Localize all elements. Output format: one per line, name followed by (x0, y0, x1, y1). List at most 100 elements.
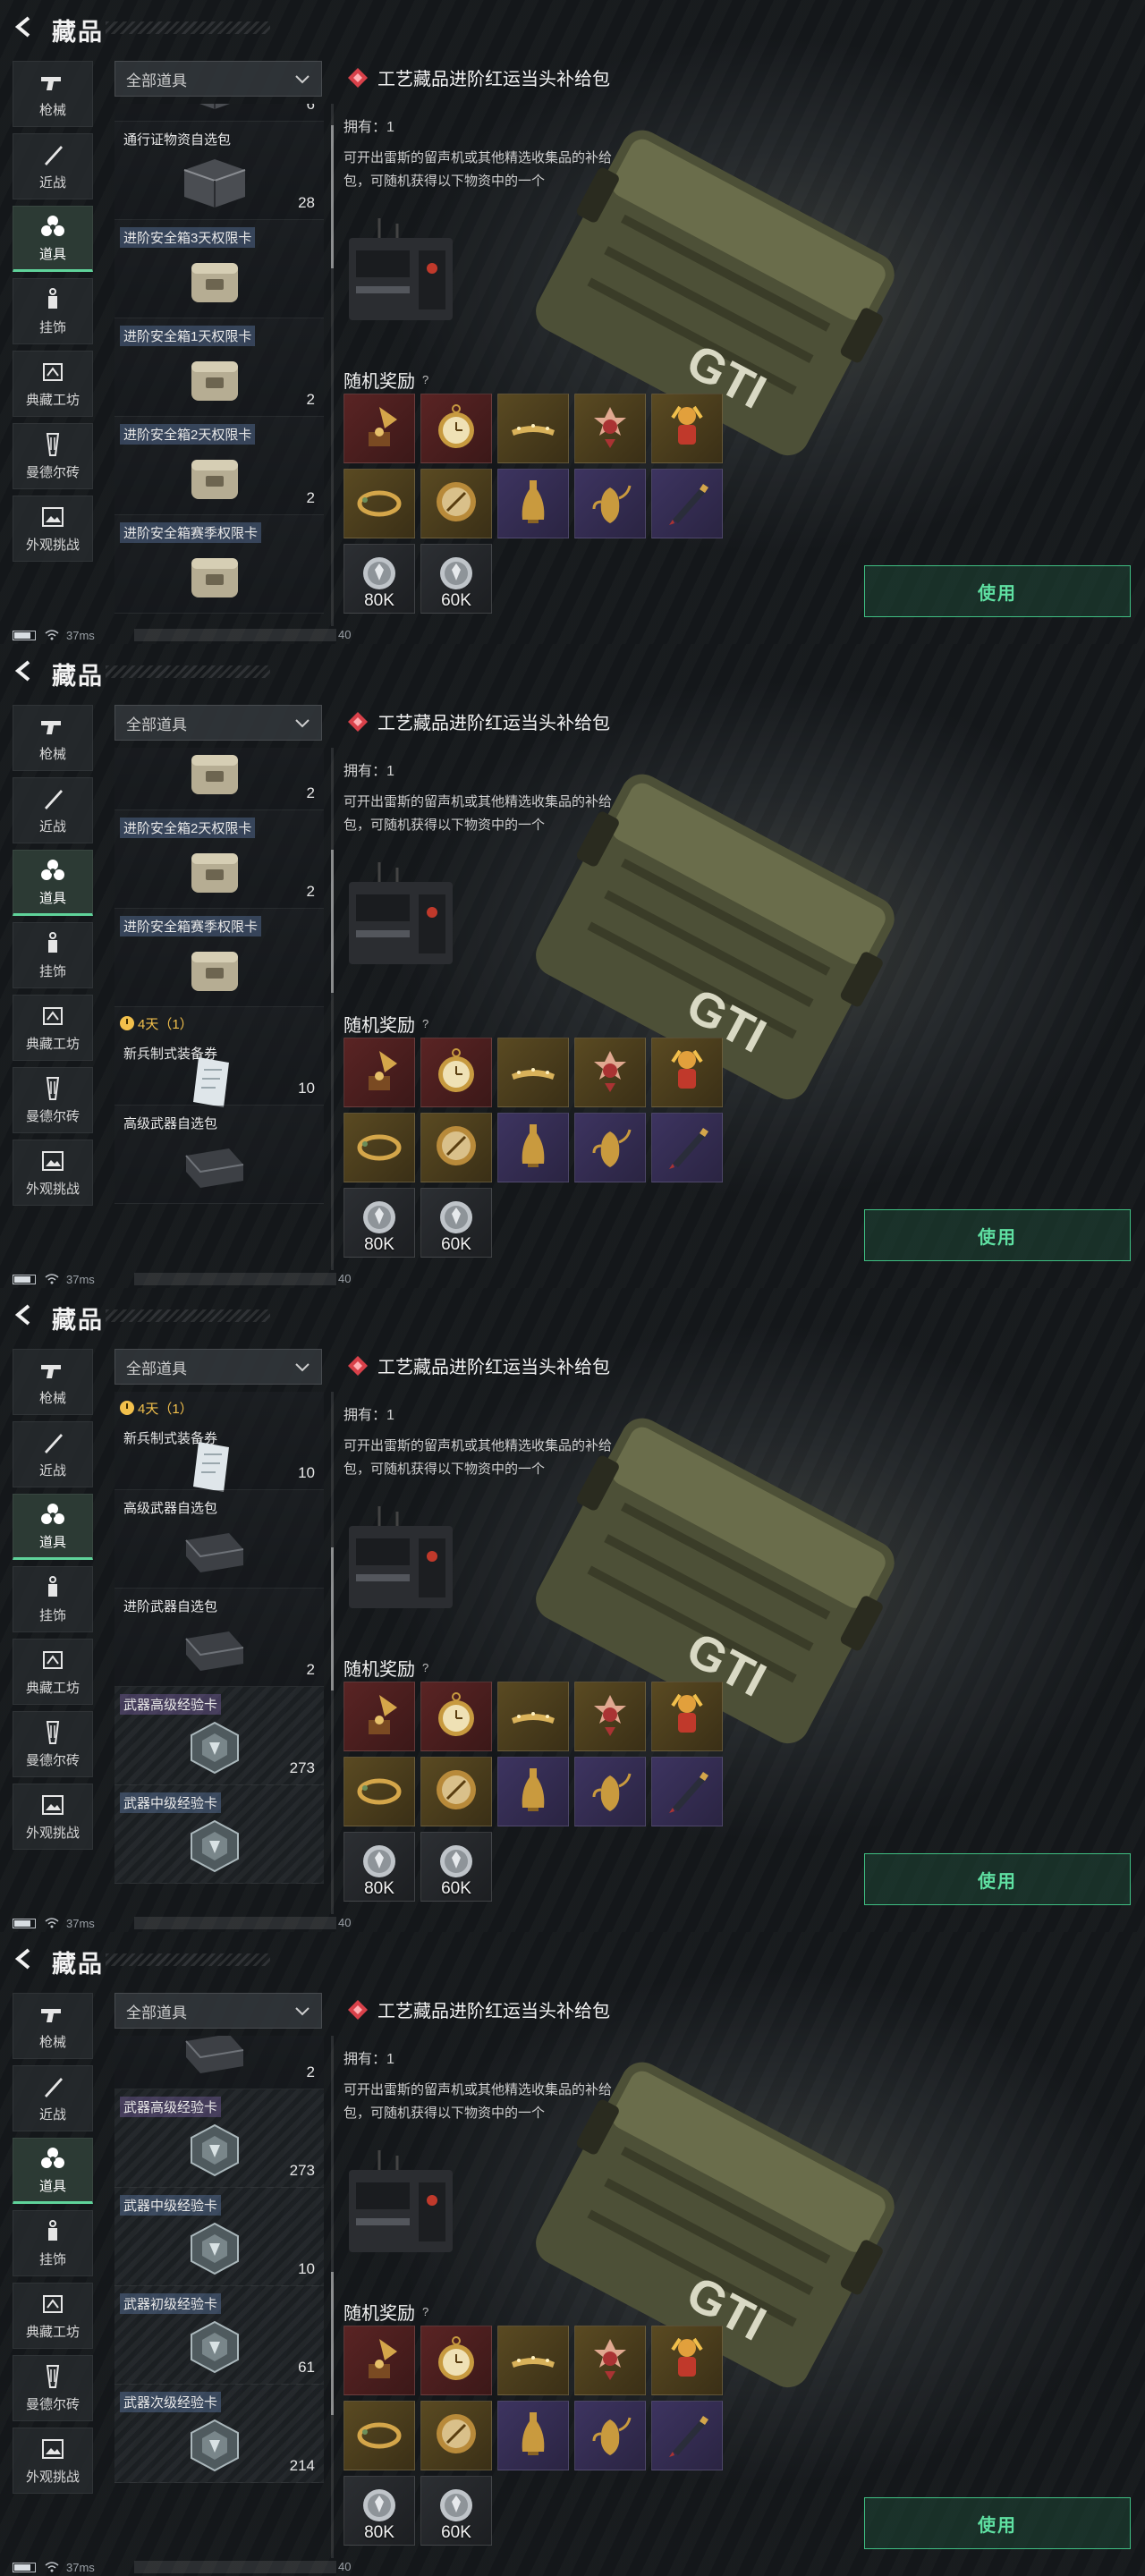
nav-item-melee[interactable]: 近战 (13, 1421, 93, 1487)
reward-tile[interactable] (497, 2326, 569, 2395)
back-icon[interactable] (13, 15, 36, 38)
reward-tile[interactable] (574, 2401, 646, 2470)
item-card[interactable]: 进阶武器自选包 2 (114, 1589, 324, 1687)
reward-tile[interactable] (574, 1113, 646, 1182)
reward-tile[interactable] (344, 394, 415, 463)
reward-tile[interactable] (344, 2326, 415, 2395)
help-icon[interactable]: ? (422, 373, 428, 386)
reward-tile[interactable] (497, 1682, 569, 1751)
nav-item-skins[interactable]: 外观挑战 (13, 496, 93, 562)
reward-tile[interactable] (574, 394, 646, 463)
item-card[interactable]: 武器高级经验卡 273 (114, 1687, 324, 1785)
item-list[interactable]: 4天（1） 新兵制式装备券 10 高级武器自选包 进阶武器自选包 2 武器高级经验卡 273 武… (114, 1392, 326, 1914)
scrollbar-thumb[interactable] (331, 850, 334, 993)
nav-item-items[interactable]: 道具 (13, 850, 93, 916)
item-card[interactable]: 进阶安全箱3天权限卡 (114, 220, 324, 318)
nav-item-guns[interactable]: 枪械 (13, 1993, 93, 2059)
reward-tile[interactable]: 80K (344, 1832, 415, 1902)
nav-item-charms[interactable]: 挂饰 (13, 278, 93, 344)
nav-item-guns[interactable]: 枪械 (13, 705, 93, 771)
reward-tile[interactable] (651, 1682, 723, 1751)
reward-tile[interactable]: 80K (344, 1188, 415, 1258)
item-card[interactable]: 高级武器自选包 (114, 1106, 324, 1204)
item-card[interactable]: 进阶安全箱赛季权限卡 (114, 515, 324, 614)
item-card[interactable]: 4天（1） 新兵制式装备券 10 (114, 1007, 324, 1107)
item-card[interactable]: 高级武器自选包 (114, 1490, 324, 1589)
item-filter-dropdown[interactable]: 全部道具 (114, 1993, 322, 2029)
nav-item-workshop[interactable]: 典藏工坊 (13, 1639, 93, 1705)
nav-item-items[interactable]: 道具 (13, 2138, 93, 2204)
item-card[interactable]: 4天（1） 新兵制式装备券 10 (114, 1392, 324, 1492)
nav-item-workshop[interactable]: 典藏工坊 (13, 995, 93, 1061)
reward-tile[interactable]: 60K (420, 1832, 492, 1902)
reward-tile[interactable] (420, 1038, 492, 1107)
item-card[interactable]: 武器中级经验卡 (114, 1785, 324, 1884)
item-list[interactable]: 6 通行证物资自选包 28 进阶安全箱3天权限卡 进阶安全箱1天权限卡 2 进阶安全箱2天权… (114, 104, 326, 626)
reward-tile[interactable] (574, 2326, 646, 2395)
nav-item-bricks[interactable]: 曼德尔砖 (13, 1711, 93, 1777)
reward-tile[interactable] (420, 1113, 492, 1182)
nav-item-items[interactable]: 道具 (13, 1494, 93, 1560)
reward-tile[interactable]: 80K (344, 544, 415, 614)
item-card[interactable]: 进阶安全箱1天权限卡 2 (114, 318, 324, 417)
scrollbar-thumb[interactable] (331, 2272, 334, 2415)
reward-tile[interactable] (420, 469, 492, 538)
item-filter-dropdown[interactable]: 全部道具 (114, 61, 322, 97)
scrollbar-thumb[interactable] (331, 125, 334, 268)
use-button[interactable]: 使用 (864, 1853, 1131, 1905)
reward-tile[interactable] (344, 469, 415, 538)
item-filter-dropdown[interactable]: 全部道具 (114, 705, 322, 741)
nav-item-melee[interactable]: 近战 (13, 2065, 93, 2131)
nav-item-bricks[interactable]: 曼德尔砖 (13, 1067, 93, 1133)
item-card[interactable]: 武器初级经验卡 61 (114, 2286, 324, 2385)
reward-tile[interactable] (497, 394, 569, 463)
item-card[interactable]: 武器次级经验卡 214 (114, 2385, 324, 2483)
nav-item-melee[interactable]: 近战 (13, 777, 93, 843)
help-icon[interactable]: ? (422, 1661, 428, 1674)
help-icon[interactable]: ? (422, 1017, 428, 1030)
nav-item-skins[interactable]: 外观挑战 (13, 1784, 93, 1850)
item-filter-dropdown[interactable]: 全部道具 (114, 1349, 322, 1385)
reward-tile[interactable] (651, 469, 723, 538)
reward-tile[interactable]: 60K (420, 1188, 492, 1258)
item-card[interactable]: 进阶安全箱2天权限卡 2 (114, 417, 324, 515)
reward-tile[interactable]: 60K (420, 544, 492, 614)
item-card[interactable]: 2 (114, 748, 324, 810)
reward-tile[interactable] (420, 1757, 492, 1826)
nav-item-workshop[interactable]: 典藏工坊 (13, 2283, 93, 2349)
reward-tile[interactable] (651, 2326, 723, 2395)
reward-tile[interactable] (651, 1113, 723, 1182)
reward-tile[interactable] (344, 1038, 415, 1107)
item-card[interactable]: 通行证物资自选包 28 (114, 122, 324, 220)
nav-item-skins[interactable]: 外观挑战 (13, 2428, 93, 2494)
list-scrollbar[interactable] (331, 104, 334, 626)
item-list[interactable]: 2 武器高级经验卡 273 武器中级经验卡 10 武器初级经验卡 61 武器次级经验卡 214 (114, 2036, 326, 2558)
nav-item-charms[interactable]: 挂饰 (13, 922, 93, 988)
list-scrollbar[interactable] (331, 1392, 334, 1914)
use-button[interactable]: 使用 (864, 565, 1131, 617)
reward-tile[interactable] (344, 1682, 415, 1751)
reward-tile[interactable] (344, 1757, 415, 1826)
item-card[interactable]: 进阶安全箱赛季权限卡 (114, 909, 324, 1007)
nav-item-guns[interactable]: 枪械 (13, 1349, 93, 1415)
reward-tile[interactable] (497, 469, 569, 538)
reward-tile[interactable] (574, 1038, 646, 1107)
use-button[interactable]: 使用 (864, 1209, 1131, 1261)
nav-item-charms[interactable]: 挂饰 (13, 2210, 93, 2276)
nav-item-workshop[interactable]: 典藏工坊 (13, 351, 93, 417)
help-icon[interactable]: ? (422, 2305, 428, 2318)
nav-item-bricks[interactable]: 曼德尔砖 (13, 423, 93, 489)
reward-tile[interactable] (497, 1113, 569, 1182)
reward-tile[interactable] (497, 2401, 569, 2470)
back-icon[interactable] (13, 659, 36, 682)
scrollbar-thumb[interactable] (331, 1547, 334, 1690)
list-scrollbar[interactable] (331, 2036, 334, 2558)
item-card[interactable]: 武器高级经验卡 273 (114, 2089, 324, 2188)
reward-tile[interactable] (574, 469, 646, 538)
reward-tile[interactable]: 60K (420, 2476, 492, 2546)
nav-item-bricks[interactable]: 曼德尔砖 (13, 2355, 93, 2421)
reward-tile[interactable] (497, 1757, 569, 1826)
reward-tile[interactable] (497, 1038, 569, 1107)
nav-item-items[interactable]: 道具 (13, 206, 93, 272)
reward-tile[interactable] (651, 1757, 723, 1826)
